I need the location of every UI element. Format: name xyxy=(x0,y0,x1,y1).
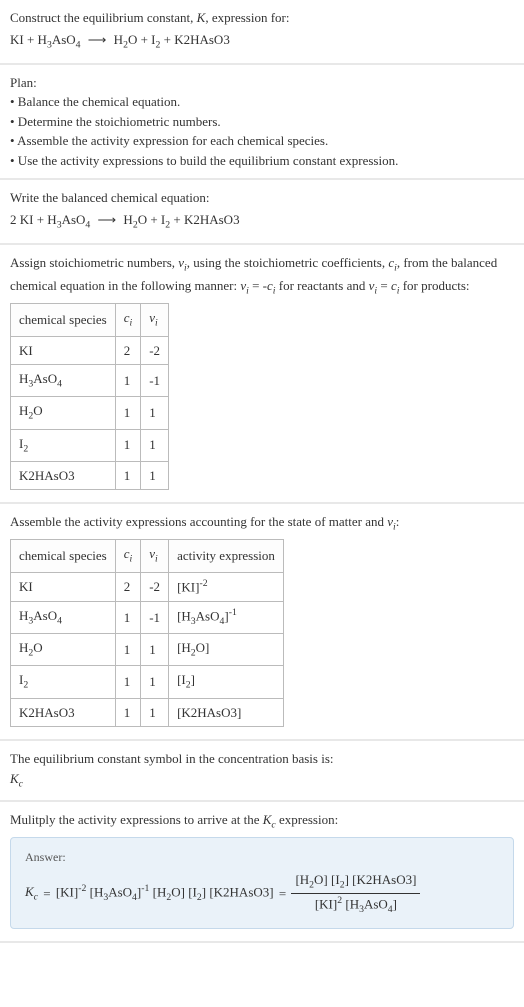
cell-expr: [H3AsO4]-1 xyxy=(169,601,284,634)
equals-sign: = xyxy=(40,884,54,904)
table-row: I2 1 1 xyxy=(11,429,169,461)
intro-section: Construct the equilibrium constant, K, e… xyxy=(0,0,524,65)
cell-expr: [H2O] xyxy=(169,634,284,666)
col-ci: ci xyxy=(115,540,141,572)
table-row: KI 2 -2 xyxy=(11,336,169,365)
kc-expression: Kc = [KI]-2 [H3AsO4]-1 [H2O] [I2] [K2HAs… xyxy=(25,870,499,918)
cell-vi: 1 xyxy=(141,634,169,666)
col-vi: νi xyxy=(141,540,169,572)
cell-ci: 1 xyxy=(115,666,141,698)
col-species: chemical species xyxy=(11,540,116,572)
table-row: H2O 1 1 xyxy=(11,397,169,429)
col-expr: activity expression xyxy=(169,540,284,572)
kc-symbol-para: The equilibrium constant symbol in the c… xyxy=(10,749,514,769)
cell-species: KI xyxy=(11,572,116,601)
cell-vi: -2 xyxy=(141,336,169,365)
intro-line1: Construct the equilibrium constant, K, e… xyxy=(10,8,514,28)
cell-species: H2O xyxy=(11,634,116,666)
col-species: chemical species xyxy=(11,304,116,336)
cell-species: H2O xyxy=(11,397,116,429)
cell-ci: 1 xyxy=(115,365,141,397)
plan-bullet-1: • Balance the chemical equation. xyxy=(10,92,514,112)
cell-species: H3AsO4 xyxy=(11,365,116,397)
cell-ci: 1 xyxy=(115,461,141,490)
cell-ci: 1 xyxy=(115,634,141,666)
activity-table: chemical species ci νi activity expressi… xyxy=(10,539,284,727)
plan-bullet-2: • Determine the stoichiometric numbers. xyxy=(10,112,514,132)
cell-ci: 2 xyxy=(115,572,141,601)
table-row: KI 2 -2 [KI]-2 xyxy=(11,572,284,601)
cell-species: KI xyxy=(11,336,116,365)
cell-ci: 1 xyxy=(115,601,141,634)
plan-heading: Plan: xyxy=(10,73,514,93)
activity-para: Assemble the activity expressions accoun… xyxy=(10,512,514,535)
cell-vi: 1 xyxy=(141,698,169,727)
kc-lhs-symbol: Kc xyxy=(25,882,38,905)
cell-species: K2HAsO3 xyxy=(11,461,116,490)
cell-vi: -1 xyxy=(141,365,169,397)
kc-symbol: Kc xyxy=(10,769,514,792)
kc-flat-expr: [KI]-2 [H3AsO4]-1 [H2O] [I2] [K2HAsO3] xyxy=(56,882,274,906)
table-row: K2HAsO3 1 1 xyxy=(11,461,169,490)
activity-section: Assemble the activity expressions accoun… xyxy=(0,504,524,741)
cell-ci: 1 xyxy=(115,429,141,461)
cell-vi: 1 xyxy=(141,666,169,698)
col-vi: νi xyxy=(141,304,169,336)
cell-expr: [KI]-2 xyxy=(169,572,284,601)
kc-denominator: [KI]2 [H3AsO4] xyxy=(291,894,420,918)
cell-vi: 1 xyxy=(141,429,169,461)
answer-box: Answer: Kc = [KI]-2 [H3AsO4]-1 [H2O] [I2… xyxy=(10,837,514,929)
stoich-para: Assign stoichiometric numbers, νi, using… xyxy=(10,253,514,299)
plan-bullet-4: • Use the activity expressions to build … xyxy=(10,151,514,171)
plan-bullet-3: • Assemble the activity expression for e… xyxy=(10,131,514,151)
kc-fraction: [H2O] [I2] [K2HAsO3] [KI]2 [H3AsO4] xyxy=(291,870,420,918)
multiply-para: Mulitply the activity expressions to arr… xyxy=(10,810,514,833)
cell-vi: 1 xyxy=(141,397,169,429)
equals-sign: = xyxy=(276,884,290,904)
multiply-section: Mulitply the activity expressions to arr… xyxy=(0,802,524,943)
balanced-heading: Write the balanced chemical equation: xyxy=(10,188,514,208)
table-row: K2HAsO3 1 1 [K2HAsO3] xyxy=(11,698,284,727)
balanced-equation: 2 KI + H3AsO4 ⟶ H2O + I2 + K2HAsO3 xyxy=(10,210,514,233)
intro-equation: KI + H3AsO4 ⟶ H2O + I2 + K2HAsO3 xyxy=(10,30,514,53)
table-row: H3AsO4 1 -1 xyxy=(11,365,169,397)
cell-expr: [I2] xyxy=(169,666,284,698)
cell-ci: 2 xyxy=(115,336,141,365)
cell-species: I2 xyxy=(11,429,116,461)
table-row: I2 1 1 [I2] xyxy=(11,666,284,698)
table-row: H2O 1 1 [H2O] xyxy=(11,634,284,666)
table-row: chemical species ci νi activity expressi… xyxy=(11,540,284,572)
kc-numerator: [H2O] [I2] [K2HAsO3] xyxy=(291,870,420,894)
balanced-section: Write the balanced chemical equation: 2 … xyxy=(0,180,524,245)
answer-label: Answer: xyxy=(25,848,499,866)
cell-ci: 1 xyxy=(115,397,141,429)
kc-symbol-section: The equilibrium constant symbol in the c… xyxy=(0,741,524,802)
stoich-section: Assign stoichiometric numbers, νi, using… xyxy=(0,245,524,504)
table-row: chemical species ci νi xyxy=(11,304,169,336)
cell-expr: [K2HAsO3] xyxy=(169,698,284,727)
cell-species: H3AsO4 xyxy=(11,601,116,634)
cell-vi: -2 xyxy=(141,572,169,601)
stoich-table: chemical species ci νi KI 2 -2 H3AsO4 1 … xyxy=(10,303,169,490)
cell-species: K2HAsO3 xyxy=(11,698,116,727)
cell-species: I2 xyxy=(11,666,116,698)
plan-section: Plan: • Balance the chemical equation. •… xyxy=(0,65,524,181)
table-row: H3AsO4 1 -1 [H3AsO4]-1 xyxy=(11,601,284,634)
cell-vi: -1 xyxy=(141,601,169,634)
cell-ci: 1 xyxy=(115,698,141,727)
cell-vi: 1 xyxy=(141,461,169,490)
col-ci: ci xyxy=(115,304,141,336)
